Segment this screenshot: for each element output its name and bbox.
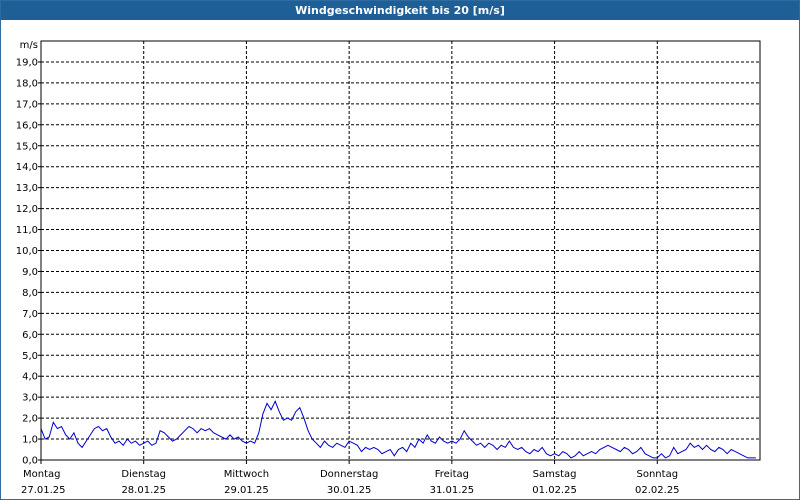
chart-window: Windgeschwindigkeit bis 20 [m/s] 0,0 1,0 2… <box>0 0 800 500</box>
x-day-label: Freitag <box>435 469 469 480</box>
y-tick-label: 4,0 <box>22 372 38 383</box>
wind-speed-chart: 0,0 1,0 2,0 3,0 4,0 5,0 6,0 7,0 8,0 9,0 10,0 11,0 12… <box>16 40 761 496</box>
x-date-label: 01.02.25 <box>532 485 577 496</box>
y-tick-label: 19,0 <box>16 57 38 68</box>
x-date-label: 02.02.25 <box>635 485 680 496</box>
y-tick-label: 16,0 <box>16 120 38 131</box>
x-day-label: Mittwoch <box>224 469 269 480</box>
y-tick-label: 17,0 <box>16 99 38 110</box>
y-tick-label: 5,0 <box>22 351 38 362</box>
y-tick-label: 18,0 <box>16 78 38 89</box>
series <box>40 400 756 459</box>
y-tick-label: 11,0 <box>16 225 38 236</box>
y-tick-label: 2,0 <box>22 414 38 425</box>
x-day-label: Sonntag <box>637 469 679 480</box>
y-axis: 0,0 1,0 2,0 3,0 4,0 5,0 6,0 7,0 8,0 9,0 10,0 11,0 12… <box>16 57 41 467</box>
x-day-label: Samstag <box>533 469 577 480</box>
y-tick-label: 15,0 <box>16 141 38 152</box>
y-tick-label: 0,0 <box>22 456 38 467</box>
y-tick-label: 14,0 <box>16 162 38 173</box>
x-date-label: 28.01.25 <box>121 485 166 496</box>
x-day-label: Dienstag <box>121 469 166 480</box>
wind-speed-line <box>40 400 756 459</box>
x-axis: Montag 27.01.25 Dienstag 28.01.25 Mittwoch 29… <box>21 460 680 496</box>
x-day-label: Montag <box>23 469 60 480</box>
x-date-label: 31.01.25 <box>430 485 475 496</box>
x-date-label: 27.01.25 <box>21 485 66 496</box>
y-tick-label: 8,0 <box>22 288 38 299</box>
x-date-label: 30.01.25 <box>327 485 372 496</box>
y-tick-label: 13,0 <box>16 183 38 194</box>
y-tick-label: 1,0 <box>22 435 38 446</box>
y-tick-label: 10,0 <box>16 246 38 257</box>
y-tick-label: 3,0 <box>22 393 38 404</box>
y-tick-label: 6,0 <box>22 330 38 341</box>
x-date-label: 29.01.25 <box>224 485 269 496</box>
grid <box>41 41 760 460</box>
y-tick-label: 12,0 <box>16 204 38 215</box>
y-tick-label: 9,0 <box>22 267 38 278</box>
x-day-label: Donnerstag <box>320 469 378 480</box>
y-tick-label: 7,0 <box>22 309 38 320</box>
y-axis-label: m/s <box>20 40 38 51</box>
